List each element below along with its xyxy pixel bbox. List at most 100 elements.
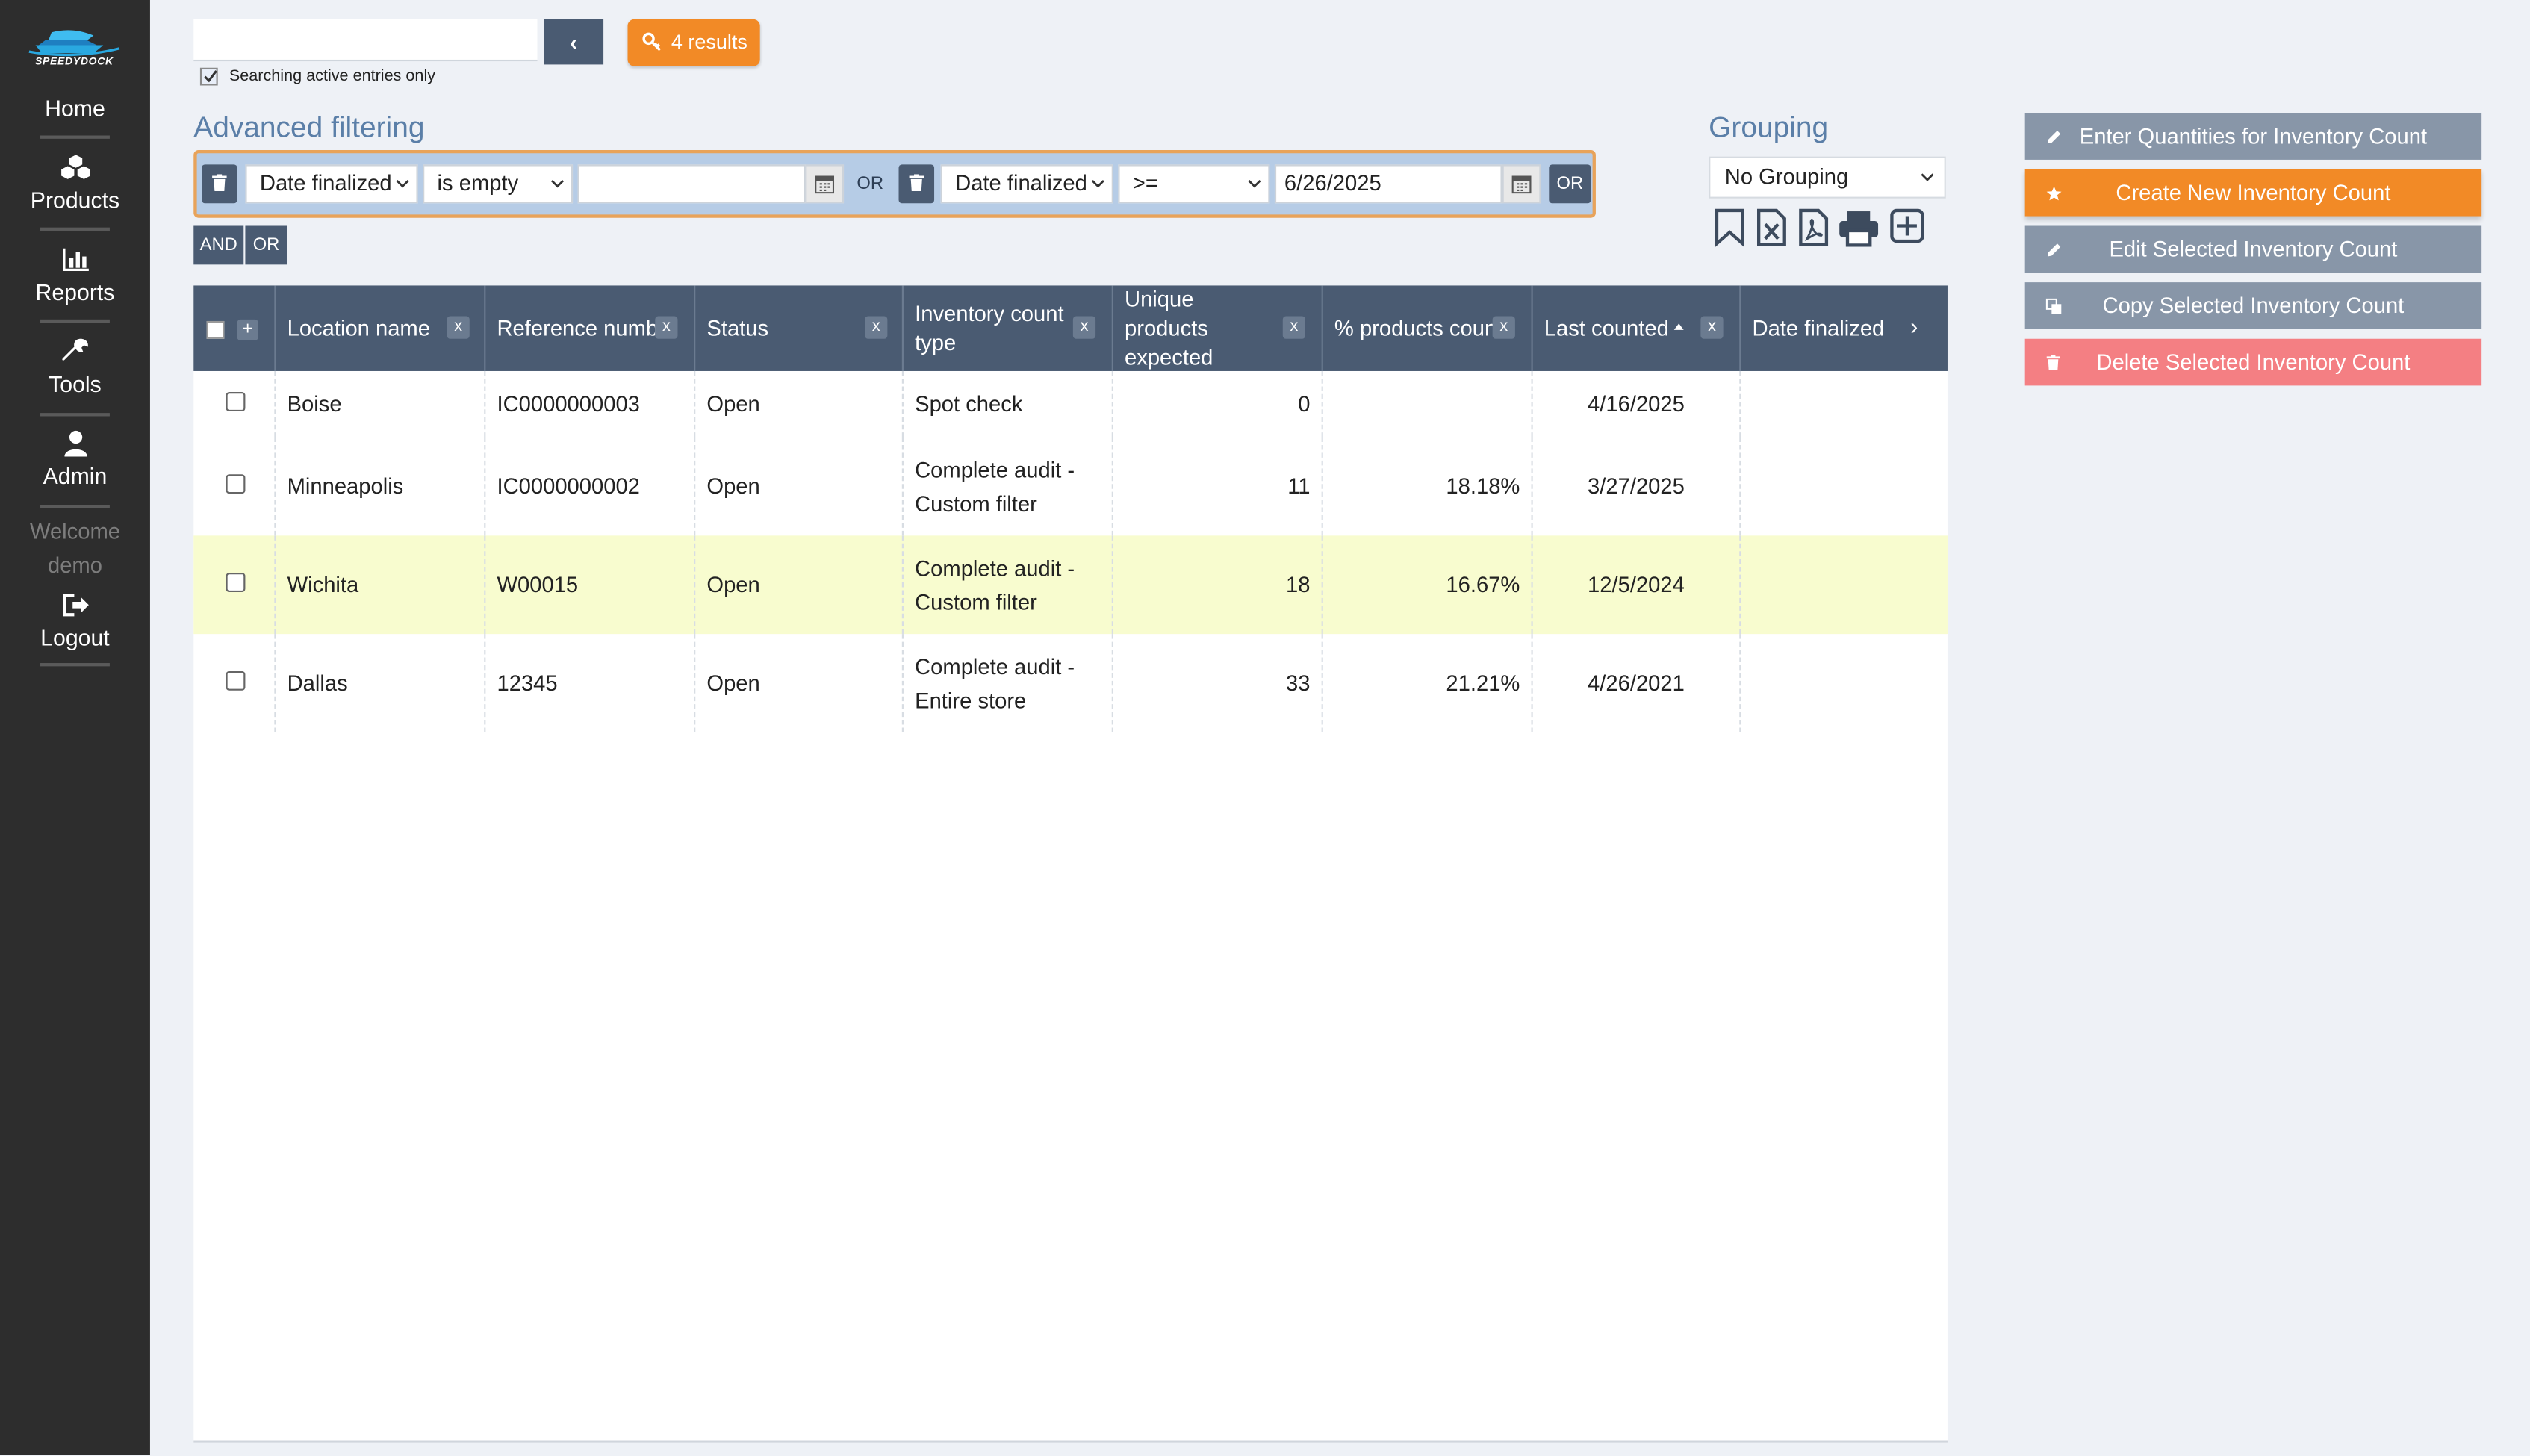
nav-admin[interactable]: Admin (0, 429, 150, 489)
nav-logout[interactable]: Logout (0, 591, 150, 650)
remove-column-button[interactable]: x (447, 316, 470, 339)
cell-status: Open (694, 437, 902, 536)
cell-type: Complete audit - Entire store (901, 634, 1112, 732)
table-row[interactable]: Minneapolis IC0000000002 Open Complete a… (193, 437, 1948, 536)
column-header-pct-counted[interactable]: % products counted x (1321, 285, 1532, 371)
cell-date-finalized (1739, 370, 1948, 438)
filter2-value-input[interactable]: 6/26/2025 (1274, 164, 1502, 204)
cell-reference: W00015 (484, 535, 694, 635)
cell-type: Spot check (901, 370, 1112, 438)
remove-column-button[interactable]: x (865, 316, 888, 339)
nav-tools[interactable]: Tools (0, 337, 150, 397)
table-row[interactable]: Wichita W00015 Open Complete audit - Cus… (193, 535, 1948, 635)
cell-last-counted: 12/5/2024 (1531, 535, 1740, 635)
scroll-columns-right-button[interactable]: › (1910, 313, 1918, 339)
filter2-calendar-button[interactable] (1502, 164, 1541, 204)
welcome-text: Welcome (29, 519, 121, 544)
chevron-down-icon (396, 180, 409, 188)
remove-column-button[interactable]: x (655, 316, 678, 339)
print-icon[interactable] (1838, 208, 1880, 247)
table-row[interactable]: Dallas 12345 Open Complete audit - Entir… (193, 634, 1948, 732)
inventory-count-table: + Location name x Reference number x Sta… (193, 285, 1948, 1443)
filter2-operator-select[interactable]: >= (1118, 164, 1270, 204)
remove-column-button[interactable]: x (1072, 316, 1096, 339)
add-and-group-button[interactable]: AND (193, 225, 244, 265)
chevron-down-icon (1091, 180, 1104, 188)
cell-reference: IC0000000002 (484, 437, 694, 536)
add-icon[interactable] (1889, 208, 1925, 244)
filter1-field-select[interactable]: Date finalized (245, 164, 418, 204)
nav-logout-label: Logout (40, 624, 110, 650)
checkmark-icon (204, 70, 217, 83)
table-row[interactable]: Boise IC0000000003 Open Spot check 0 4/1… (193, 370, 1948, 438)
filter1-operator-select[interactable]: is empty (423, 164, 574, 204)
copy-inventory-count-label: Copy Selected Inventory Count (2102, 293, 2405, 318)
active-only-checkbox[interactable] (199, 67, 218, 86)
enter-quantities-button[interactable]: Enter Quantities for Inventory Count (2024, 113, 2482, 160)
select-all-checkbox[interactable] (206, 320, 225, 339)
pdf-export-icon[interactable] (1797, 208, 1830, 247)
username: demo (47, 553, 102, 578)
filter1-value-input[interactable] (577, 164, 806, 204)
column-label: Unique products expected (1125, 286, 1213, 369)
column-header-last-counted[interactable]: Last counted x (1531, 285, 1740, 371)
back-button[interactable]: ‹ (544, 19, 604, 65)
bar-chart-icon (62, 248, 88, 271)
search-input[interactable] (193, 19, 538, 62)
cell-expected: 0 (1111, 370, 1322, 438)
nav-reports[interactable]: Reports (0, 245, 150, 305)
column-header-status[interactable]: Status x (694, 285, 902, 371)
nav-products[interactable]: Products (0, 153, 150, 213)
delete-inventory-count-button[interactable]: Delete Selected Inventory Count (2024, 338, 2482, 386)
cell-type: Complete audit - Custom filter (901, 437, 1112, 536)
delete-filter-button[interactable] (202, 164, 237, 204)
column-header-expected[interactable]: Unique products expected x (1111, 285, 1322, 371)
cell-reference: IC0000000003 (484, 370, 694, 438)
filter1-operator-value: is empty (437, 171, 519, 196)
row-checkbox[interactable] (226, 671, 246, 691)
nav-admin-label: Admin (43, 463, 108, 489)
column-header-location[interactable]: Location name x (274, 285, 484, 371)
row-checkbox[interactable] (226, 392, 246, 411)
cell-location: Dallas (274, 634, 484, 732)
nav-divider (40, 135, 110, 139)
pencil-icon (2047, 131, 2061, 144)
nav-divider (40, 319, 110, 323)
copy-icon (2045, 298, 2062, 314)
cell-last-counted: 4/26/2021 (1531, 634, 1740, 732)
star-icon (2046, 186, 2062, 201)
edit-inventory-count-label: Edit Selected Inventory Count (2109, 237, 2398, 262)
remove-column-button[interactable]: x (1282, 316, 1306, 339)
copy-inventory-count-button[interactable]: Copy Selected Inventory Count (2024, 282, 2482, 329)
column-header-reference[interactable]: Reference number x (484, 285, 694, 371)
nav-home[interactable]: Home (0, 95, 150, 121)
remove-column-button[interactable]: x (1492, 316, 1515, 339)
nav-divider (40, 505, 110, 508)
grouping-select[interactable]: No Grouping (1709, 156, 1946, 199)
calendar-icon (1511, 175, 1532, 194)
cell-status: Open (694, 634, 902, 732)
speedydock-logo[interactable]: SPEEDYDOCK (22, 26, 125, 71)
cell-pct-counted (1321, 370, 1532, 438)
remove-column-button[interactable]: x (1700, 316, 1724, 339)
cell-last-counted: 3/27/2025 (1531, 437, 1740, 536)
delete-filter-button[interactable] (898, 164, 935, 204)
calendar-icon (815, 175, 835, 194)
column-header-date-finalized[interactable]: Date finalized › (1739, 285, 1948, 371)
create-inventory-count-button[interactable]: Create New Inventory Count (2024, 169, 2482, 217)
edit-inventory-count-button[interactable]: Edit Selected Inventory Count (2024, 225, 2482, 273)
filter1-calendar-button[interactable] (805, 164, 845, 204)
filter2-field-select[interactable]: Date finalized (940, 164, 1113, 204)
wrench-icon (61, 338, 87, 361)
add-or-filter-button[interactable]: OR (1549, 164, 1591, 204)
excel-export-icon[interactable] (1756, 208, 1788, 247)
row-checkbox[interactable] (226, 573, 246, 592)
column-label: Last counted (1544, 315, 1669, 340)
add-or-group-button[interactable]: OR (245, 225, 288, 265)
logout-icon (62, 594, 88, 617)
search-results-button[interactable]: 4 results (627, 19, 760, 66)
row-checkbox[interactable] (226, 474, 246, 494)
bookmark-icon[interactable] (1714, 208, 1746, 247)
add-column-button[interactable]: + (237, 319, 258, 340)
column-header-type[interactable]: Inventory count type x (901, 285, 1112, 371)
